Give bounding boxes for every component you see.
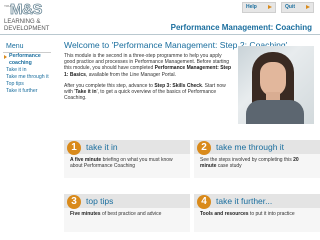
tile-title: take it in: [86, 142, 118, 152]
intro-paragraph-2: After you complete this step, advance to…: [64, 83, 234, 102]
logo-your: YOUR: [4, 4, 13, 8]
tile-take-me-through-it[interactable]: 2 take me through it See the steps invol…: [194, 140, 320, 178]
tile-description: Five minutes of best practice and advice: [70, 211, 184, 217]
number-badge: 1: [67, 141, 81, 155]
tile-text-run: case study: [216, 163, 242, 170]
sidebar-item-label: Performance coaching: [9, 53, 41, 66]
number-badge: 2: [197, 141, 211, 155]
intro-text-run: After you complete this step, advance to: [64, 82, 155, 89]
presenter-photo: [238, 46, 314, 124]
arrow-right-icon: [268, 5, 272, 9]
number-badge: 3: [67, 195, 81, 209]
tile-header: [64, 194, 190, 208]
tile-header: [64, 140, 190, 154]
arrow-right-icon: [4, 55, 7, 59]
photo-body: [246, 100, 304, 124]
tile-title: top tips: [86, 196, 114, 206]
tile-bold-run: A five minute: [70, 157, 102, 163]
intro-bold-run: Step 3: Skills Check: [154, 82, 202, 89]
tile-take-it-further[interactable]: 4 take it further... Tools and resources…: [194, 194, 320, 232]
intro-bold-run: Take it in: [75, 89, 97, 96]
tile-description: A five minute briefing on what you must …: [70, 157, 184, 169]
header-divider: [0, 34, 320, 35]
photo-face: [260, 62, 286, 96]
number-badge: 4: [197, 195, 211, 209]
tile-title: take it further...: [216, 196, 273, 206]
section-title: Performance Management: Coaching: [170, 23, 312, 32]
intro-paragraph-1: This module is the second in a three-ste…: [64, 53, 234, 78]
ms-logo: YOUR M&S LEARNING & DEVELOPMENT: [4, 1, 60, 36]
tile-text-run: to put it into practice: [248, 211, 295, 217]
tile-title: take me through it: [216, 142, 285, 152]
tile-bold-run: Tools and resources: [200, 211, 249, 217]
tile-top-tips[interactable]: 3 top tips Five minutes of best practice…: [64, 194, 190, 232]
sidebar-item-performance-coaching[interactable]: Performance coaching: [3, 53, 51, 67]
help-label: Help: [246, 4, 257, 10]
sidebar-item-take-it-further[interactable]: Take it further: [3, 88, 51, 95]
menu-title: Menu: [3, 40, 51, 53]
tile-text-run: See the steps involved by completing thi…: [200, 157, 294, 163]
tile-text-run: of best practice and advice: [100, 211, 162, 217]
logo-line2: DEVELOPMENT: [4, 26, 50, 32]
sidebar-menu: Menu Performance coaching Take it in Tak…: [3, 40, 51, 160]
tile-description: Tools and resources to put it into pract…: [200, 211, 314, 217]
logo-line1: LEARNING &: [4, 19, 41, 25]
tile-take-it-in[interactable]: 1 take it in A five minute briefing on w…: [64, 140, 190, 178]
tile-description: See the steps involved by completing thi…: [200, 157, 314, 169]
quit-label: Quit: [285, 4, 295, 10]
intro-text-run: , available from the Line Manager Portal…: [85, 71, 177, 78]
quit-button[interactable]: Quit: [281, 2, 314, 13]
arrow-right-icon: [306, 5, 310, 9]
help-button[interactable]: Help: [242, 2, 276, 13]
sidebar-item-take-it-in[interactable]: Take it in: [3, 67, 51, 74]
sidebar-item-top-tips[interactable]: Top tips: [3, 81, 51, 88]
intro-text: This module is the second in a three-ste…: [64, 53, 234, 106]
tile-bold-run: Five minutes: [70, 211, 101, 217]
logo-ms: M&S: [10, 1, 43, 18]
sidebar-item-take-me-through-it[interactable]: Take me through it: [3, 74, 51, 81]
